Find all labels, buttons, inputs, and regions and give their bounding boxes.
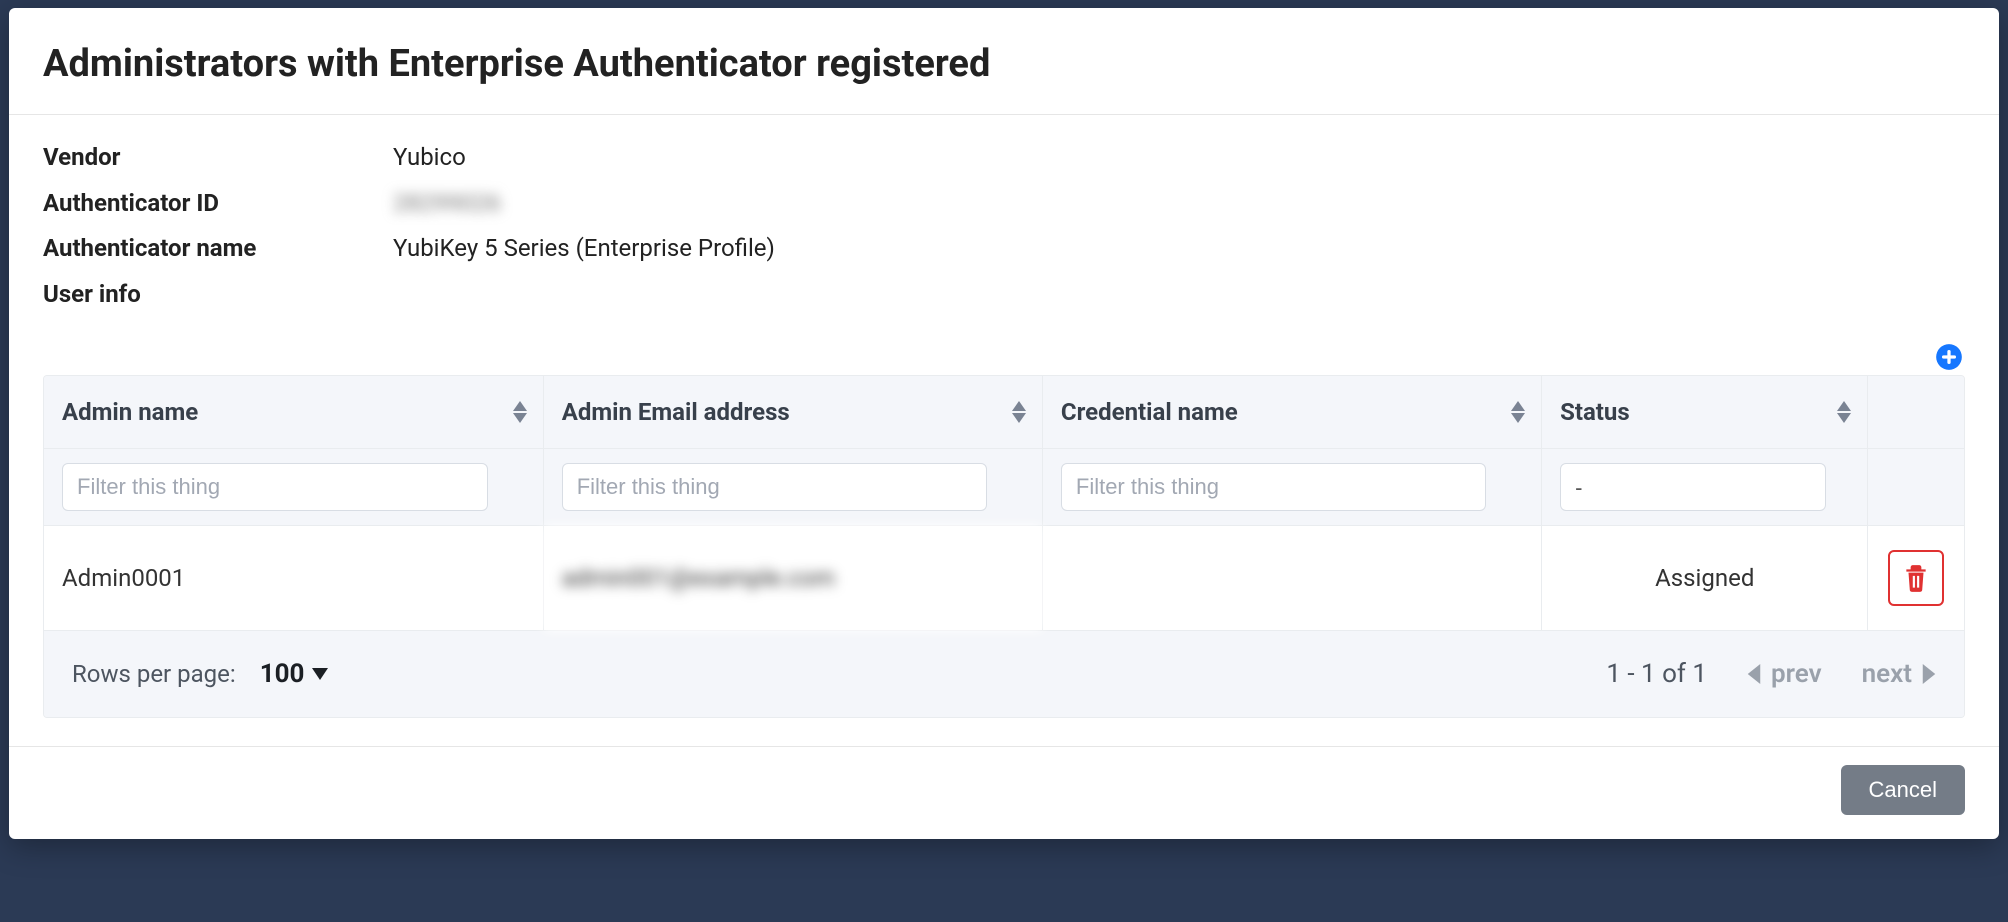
col-header-admin-email[interactable]: Admin Email address	[543, 376, 1042, 449]
table-footer: Rows per page: 100 1 - 1 of 1 prev next	[44, 631, 1964, 717]
plus-circle-icon	[1935, 343, 1963, 371]
col-header-actions	[1868, 376, 1964, 449]
sort-icon	[1511, 401, 1525, 423]
trash-icon	[1903, 563, 1929, 593]
chevron-right-icon	[1922, 664, 1936, 684]
cell-admin-email: admin001@example.com	[543, 526, 1042, 631]
sort-icon	[1012, 401, 1026, 423]
table-row: Admin0001 admin001@example.com Assigned	[44, 526, 1964, 631]
prev-page-button[interactable]: prev	[1747, 659, 1822, 689]
rows-per-page-value: 100	[260, 659, 305, 689]
cell-credential-name	[1042, 526, 1541, 631]
cancel-button[interactable]: Cancel	[1841, 765, 1965, 815]
next-page-button[interactable]: next	[1862, 659, 1936, 689]
cell-status: Assigned	[1542, 526, 1868, 631]
auth-name-label: Authenticator name	[43, 226, 393, 272]
auth-name-value: YubiKey 5 Series (Enterprise Profile)	[393, 226, 775, 272]
modal-dialog: Administrators with Enterprise Authentic…	[9, 8, 1999, 839]
sort-icon	[1837, 401, 1851, 423]
col-header-label: Credential name	[1061, 398, 1238, 426]
filter-status-select[interactable]: -	[1560, 463, 1826, 511]
cell-admin-name: Admin0001	[44, 526, 543, 631]
sort-icon	[513, 401, 527, 423]
caret-down-icon	[312, 668, 328, 680]
filter-admin-name[interactable]	[62, 463, 488, 511]
admin-table: Admin name Admin Email address	[43, 375, 1965, 718]
col-header-credential-name[interactable]: Credential name	[1042, 376, 1541, 449]
pagination-range: 1 - 1 of 1	[1606, 659, 1707, 689]
filter-admin-email[interactable]	[562, 463, 987, 511]
col-header-label: Admin Email address	[562, 398, 790, 426]
auth-id-label: Authenticator ID	[43, 181, 393, 227]
add-admin-button[interactable]	[1935, 343, 1963, 371]
rows-per-page-label: Rows per page:	[72, 660, 236, 688]
col-header-status[interactable]: Status	[1542, 376, 1868, 449]
vendor-label: Vendor	[43, 135, 393, 181]
next-label: next	[1862, 659, 1912, 689]
col-header-label: Admin name	[62, 398, 198, 426]
filter-credential-name[interactable]	[1061, 463, 1486, 511]
col-header-label: Status	[1560, 398, 1630, 426]
modal-title: Administrators with Enterprise Authentic…	[43, 42, 1965, 114]
delete-row-button[interactable]	[1888, 550, 1944, 606]
rows-per-page-select[interactable]: 100	[260, 659, 329, 689]
authenticator-info: Vendor Yubico Authenticator ID 28299026 …	[43, 135, 1965, 317]
filter-row: -	[44, 449, 1964, 526]
auth-id-value: 28299026	[393, 181, 501, 227]
divider	[9, 114, 1999, 115]
prev-label: prev	[1771, 659, 1822, 689]
vendor-value: Yubico	[393, 135, 466, 181]
chevron-left-icon	[1747, 664, 1761, 684]
col-header-admin-name[interactable]: Admin name	[44, 376, 543, 449]
user-info-label: User info	[43, 272, 393, 318]
